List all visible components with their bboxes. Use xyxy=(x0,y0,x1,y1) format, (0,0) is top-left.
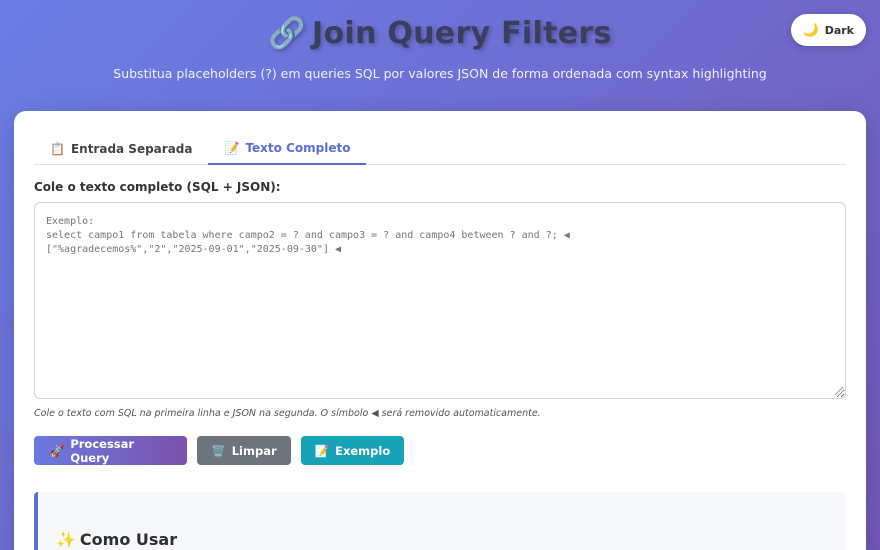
how-to-title: ✨ Como Usar xyxy=(56,530,177,549)
input-label: Cole o texto completo (SQL + JSON): xyxy=(34,180,281,194)
how-to-section: ✨ Como Usar xyxy=(34,492,846,550)
main-card: 📋 Entrada Separada 📝 Texto Completo Cole… xyxy=(14,111,866,550)
tab-bar: 📋 Entrada Separada 📝 Texto Completo xyxy=(34,133,846,165)
example-label: Exemplo xyxy=(335,443,391,458)
memo-icon: 📝 xyxy=(314,443,330,458)
memo-icon: 📝 xyxy=(224,141,240,155)
sparkles-icon: ✨ xyxy=(56,530,76,549)
resize-handle[interactable] xyxy=(835,387,843,395)
rocket-icon: 🚀 xyxy=(50,443,65,458)
action-buttons: 🚀 Processar Query 🗑️ Limpar 📝 Exemplo xyxy=(34,436,404,465)
page-subtitle: Substitua placeholders (?) em queries SQ… xyxy=(113,66,767,81)
page-title-text: Join Query Filters xyxy=(311,16,612,51)
tab-texto-completo[interactable]: 📝 Texto Completo xyxy=(208,133,367,165)
clipboard-icon: 📋 xyxy=(50,142,65,156)
clear-label: Limpar xyxy=(231,443,277,458)
process-query-label: Processar Query xyxy=(70,436,135,465)
clear-button[interactable]: 🗑️ Limpar xyxy=(197,436,291,465)
example-button[interactable]: 📝 Exemplo xyxy=(301,436,404,465)
tab-label: Entrada Separada xyxy=(70,142,193,156)
page-title: 🔗 Join Query Filters xyxy=(0,16,880,51)
tab-label: Texto Completo xyxy=(245,141,351,155)
tab-entrada-separada[interactable]: 📋 Entrada Separada xyxy=(34,133,208,165)
trash-icon: 🗑️ xyxy=(211,443,226,458)
process-query-button[interactable]: 🚀 Processar Query xyxy=(34,436,187,465)
link-icon: 🔗 xyxy=(268,16,306,51)
how-to-title-text: Como Usar xyxy=(79,530,178,549)
input-hint: Cole o texto com SQL na primeira linha e… xyxy=(34,408,541,419)
full-text-input[interactable] xyxy=(34,202,846,399)
